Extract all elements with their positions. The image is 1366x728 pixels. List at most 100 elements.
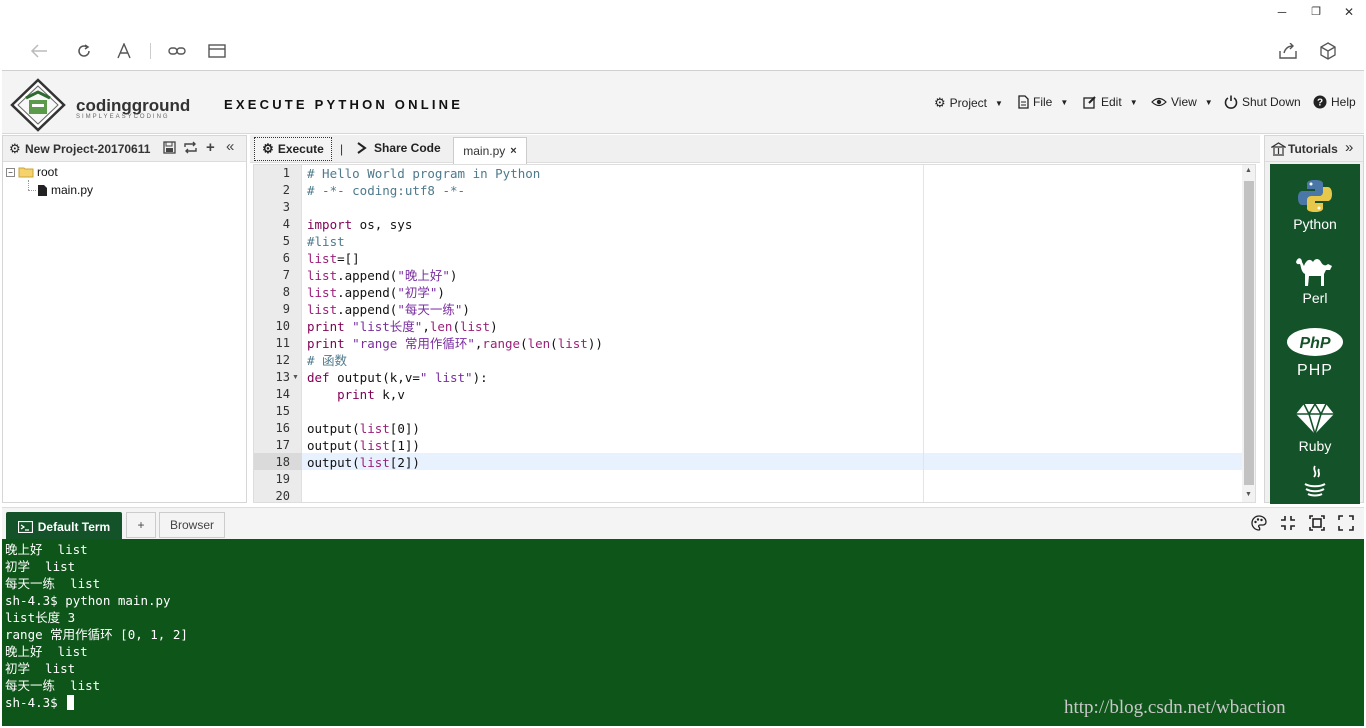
code-line[interactable]: def output(k,v=" list"): xyxy=(307,369,488,386)
power-icon xyxy=(1224,95,1238,109)
menu-label: Shut Down xyxy=(1242,95,1301,109)
execute-button[interactable]: ⚙ Execute xyxy=(254,137,332,161)
tab-default-term[interactable]: Default Term xyxy=(6,512,122,541)
tree-node-root[interactable]: − root xyxy=(6,165,58,179)
tab-browser[interactable]: Browser xyxy=(159,512,225,538)
code-line[interactable]: # Hello World program in Python xyxy=(307,165,540,182)
code-line[interactable]: #list xyxy=(307,233,345,250)
terminal-line: sh-4.3$ python main.py xyxy=(5,593,171,608)
code-editor[interactable]: 1 2 3 4 5 6 7 8 9 10 11 12 13 ▼ 14 15 16… xyxy=(253,164,1256,503)
toolbar-separator: | xyxy=(340,142,344,156)
menu-label: File xyxy=(1033,95,1053,109)
execute-label: Execute xyxy=(277,142,324,156)
code-line[interactable]: output(list[2]) xyxy=(307,454,420,471)
page-tagline: EXECUTE PYTHON ONLINE xyxy=(224,97,464,112)
collapse-left-icon[interactable]: « xyxy=(226,138,234,155)
restore-button[interactable]: ❐ xyxy=(1306,4,1326,20)
tab-label: Default Term xyxy=(37,519,111,534)
folder-icon xyxy=(18,167,34,178)
close-tab-icon[interactable]: × xyxy=(510,145,516,157)
code-line[interactable]: print "list长度",len(list) xyxy=(307,318,498,335)
brand-slogan: SIMPLYEASYCODING xyxy=(76,114,170,120)
terminal-line: 晚上好 list xyxy=(5,644,88,659)
code-line[interactable]: # -*- coding:utf8 -*- xyxy=(307,182,465,199)
collapse-toggle-icon[interactable]: − xyxy=(6,167,15,177)
fullscreen-icon[interactable] xyxy=(1338,515,1354,535)
code-line[interactable]: list.append("晚上好") xyxy=(307,267,457,284)
line-number: 3 xyxy=(282,200,290,214)
tree-label: root xyxy=(37,165,58,179)
gear-icon[interactable]: ⚙ xyxy=(9,141,21,157)
tutorial-php[interactable]: PhP PHP xyxy=(1270,322,1360,380)
code-line[interactable]: output(list[0]) xyxy=(307,420,420,437)
caret-down-icon: ▼ xyxy=(1060,97,1069,107)
palette-icon[interactable] xyxy=(1251,515,1267,535)
save-icon[interactable] xyxy=(163,141,176,157)
line-number: 18 xyxy=(275,455,290,469)
share-code-button[interactable]: Share Code xyxy=(356,141,441,155)
code-line[interactable]: output(list[1]) xyxy=(307,437,420,454)
menu-label: Project xyxy=(949,96,988,110)
tutorials-title: Tutorials xyxy=(1288,142,1338,156)
terminal-prompt-line: sh-4.3$ xyxy=(5,694,75,711)
minimize-button[interactable]: ─ xyxy=(1272,4,1292,20)
line-number: 13 xyxy=(275,370,290,384)
edit-icon xyxy=(1083,96,1096,109)
terminal-line: 初学 list xyxy=(5,661,76,676)
tab-label: main.py xyxy=(463,144,506,158)
tutorial-label: Ruby xyxy=(1298,438,1332,454)
add-icon[interactable]: + xyxy=(206,139,215,156)
reader-icon[interactable] xyxy=(113,40,135,62)
code-line[interactable]: # 函数 xyxy=(307,352,347,369)
svg-text:PhP: PhP xyxy=(1299,335,1330,352)
tutorial-ruby[interactable]: Ruby xyxy=(1270,398,1360,454)
extension-icon[interactable] xyxy=(1317,40,1339,62)
reading-list-icon[interactable] xyxy=(206,40,228,62)
vertical-scrollbar[interactable]: ▲ ▼ xyxy=(1242,165,1255,502)
menu-view[interactable]: View ▼ xyxy=(1151,95,1213,109)
code-line[interactable]: list=[] xyxy=(307,250,360,267)
link-icon[interactable] xyxy=(166,40,188,62)
new-terminal-button[interactable]: + xyxy=(126,512,156,538)
collapse-right-icon[interactable]: » xyxy=(1345,139,1353,156)
codingground-logo[interactable]: codingground SIMPLYEASYCODING xyxy=(10,76,210,132)
code-line[interactable]: print k,v xyxy=(307,386,405,403)
terminal-line: 晚上好 list xyxy=(5,542,88,557)
line-number: 12 xyxy=(275,353,290,367)
line-number: 16 xyxy=(275,421,290,435)
svg-text:?: ? xyxy=(1317,98,1323,109)
tree-node-file[interactable]: main.py xyxy=(37,183,93,197)
scroll-up-icon[interactable]: ▲ xyxy=(1245,167,1252,174)
share-icon[interactable] xyxy=(1277,40,1299,62)
menu-help[interactable]: ? Help xyxy=(1313,95,1356,109)
line-number: 20 xyxy=(275,489,290,503)
scroll-down-icon[interactable]: ▼ xyxy=(1245,491,1252,498)
restore-pane-icon[interactable] xyxy=(1309,515,1325,535)
code-line[interactable]: list.append("初学") xyxy=(307,284,445,301)
menu-shutdown[interactable]: Shut Down xyxy=(1224,95,1301,109)
tutorial-python[interactable]: Python xyxy=(1270,176,1360,232)
camel-icon xyxy=(1296,258,1332,286)
tutorial-perl[interactable]: Perl xyxy=(1270,250,1360,306)
code-line[interactable]: import os, sys xyxy=(307,216,412,233)
toolbar-divider xyxy=(150,43,151,59)
editor-toolbar: ⚙ Execute | Share Code main.py × xyxy=(250,135,1260,164)
split-icon[interactable] xyxy=(1280,515,1296,535)
line-number: 2 xyxy=(282,183,290,197)
tutorial-java[interactable] xyxy=(1270,462,1360,502)
menu-project[interactable]: ⚙ Project ▼ xyxy=(934,95,1003,111)
close-button[interactable]: ✕ xyxy=(1339,4,1359,20)
menu-edit[interactable]: Edit ▼ xyxy=(1083,95,1138,109)
menu-file[interactable]: File ▼ xyxy=(1018,95,1068,109)
code-line[interactable]: list.append("每天一练") xyxy=(307,301,470,318)
terminal-line: 每天一练 list xyxy=(5,678,101,693)
refresh-icon[interactable] xyxy=(73,40,95,62)
fold-arrow-icon[interactable]: ▼ xyxy=(292,374,299,381)
sync-icon[interactable] xyxy=(183,141,198,157)
tab-main-py[interactable]: main.py × xyxy=(453,137,527,164)
code-line[interactable]: print "range 常用作循环",range(len(list)) xyxy=(307,335,603,352)
back-icon[interactable] xyxy=(28,40,50,62)
php-icon: PhP xyxy=(1287,328,1343,356)
line-number: 5 xyxy=(282,234,290,248)
scrollbar-thumb[interactable] xyxy=(1244,181,1254,485)
